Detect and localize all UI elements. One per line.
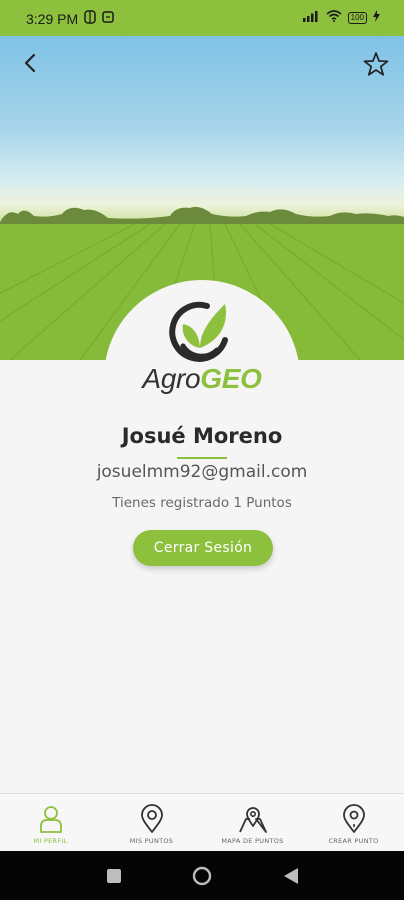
data-saver-icon	[84, 10, 96, 28]
location-pin-icon	[140, 804, 163, 833]
android-nav-bar	[0, 851, 404, 900]
triangle-back-icon	[284, 868, 298, 884]
nav-item-mapa-de-puntos[interactable]: MAPA DE PUNTOS	[202, 794, 303, 851]
agrogeo-logo: AgroGEO	[130, 300, 274, 396]
recent-apps-button[interactable]	[106, 868, 122, 888]
favorite-button[interactable]	[362, 50, 390, 78]
wifi-icon	[326, 10, 342, 26]
map-pin-icon	[238, 807, 267, 833]
profile-name: Josué Moreno	[121, 424, 283, 448]
logout-button[interactable]: Cerrar Sesión	[133, 530, 273, 566]
nav-label: CREAR PUNTO	[328, 837, 379, 845]
back-button[interactable]	[18, 48, 44, 78]
back-system-button[interactable]	[283, 867, 299, 889]
chevron-left-icon	[24, 53, 36, 73]
profile-email: josuelmm92@gmail.com	[96, 462, 308, 482]
battery-icon: 100	[347, 12, 367, 24]
home-button[interactable]	[192, 866, 212, 890]
nav-label: MIS PUNTOS	[129, 837, 174, 845]
nav-item-crear-punto[interactable]: CREAR PUNTO	[303, 794, 404, 851]
name-divider	[177, 457, 227, 459]
nav-label: MAPA DE PUNTOS	[221, 837, 284, 845]
nav-label: MI PERFIL	[33, 837, 68, 845]
charging-icon	[373, 10, 380, 26]
sync-icon	[102, 10, 114, 28]
person-icon	[39, 806, 62, 833]
status-bar: 3:29 PM 100	[0, 0, 404, 36]
agrogeo-logo-mark-icon	[169, 301, 228, 362]
star-outline-icon	[363, 52, 389, 76]
circle-icon	[192, 866, 212, 886]
signal-icon	[302, 10, 320, 26]
add-location-icon	[342, 804, 365, 833]
profile-points-text: Tienes registrado 1 Puntos	[112, 495, 292, 511]
nav-item-mis-puntos[interactable]: MIS PUNTOS	[101, 794, 202, 851]
square-icon	[107, 869, 121, 883]
agrogeo-logo-text: AgroGEO	[142, 363, 262, 394]
bottom-nav: MI PERFIL MIS PUNTOS MAPA DE PUNTOS CREA…	[0, 793, 404, 851]
status-time: 3:29 PM	[26, 11, 79, 27]
nav-item-mi-perfil[interactable]: MI PERFIL	[0, 794, 101, 851]
